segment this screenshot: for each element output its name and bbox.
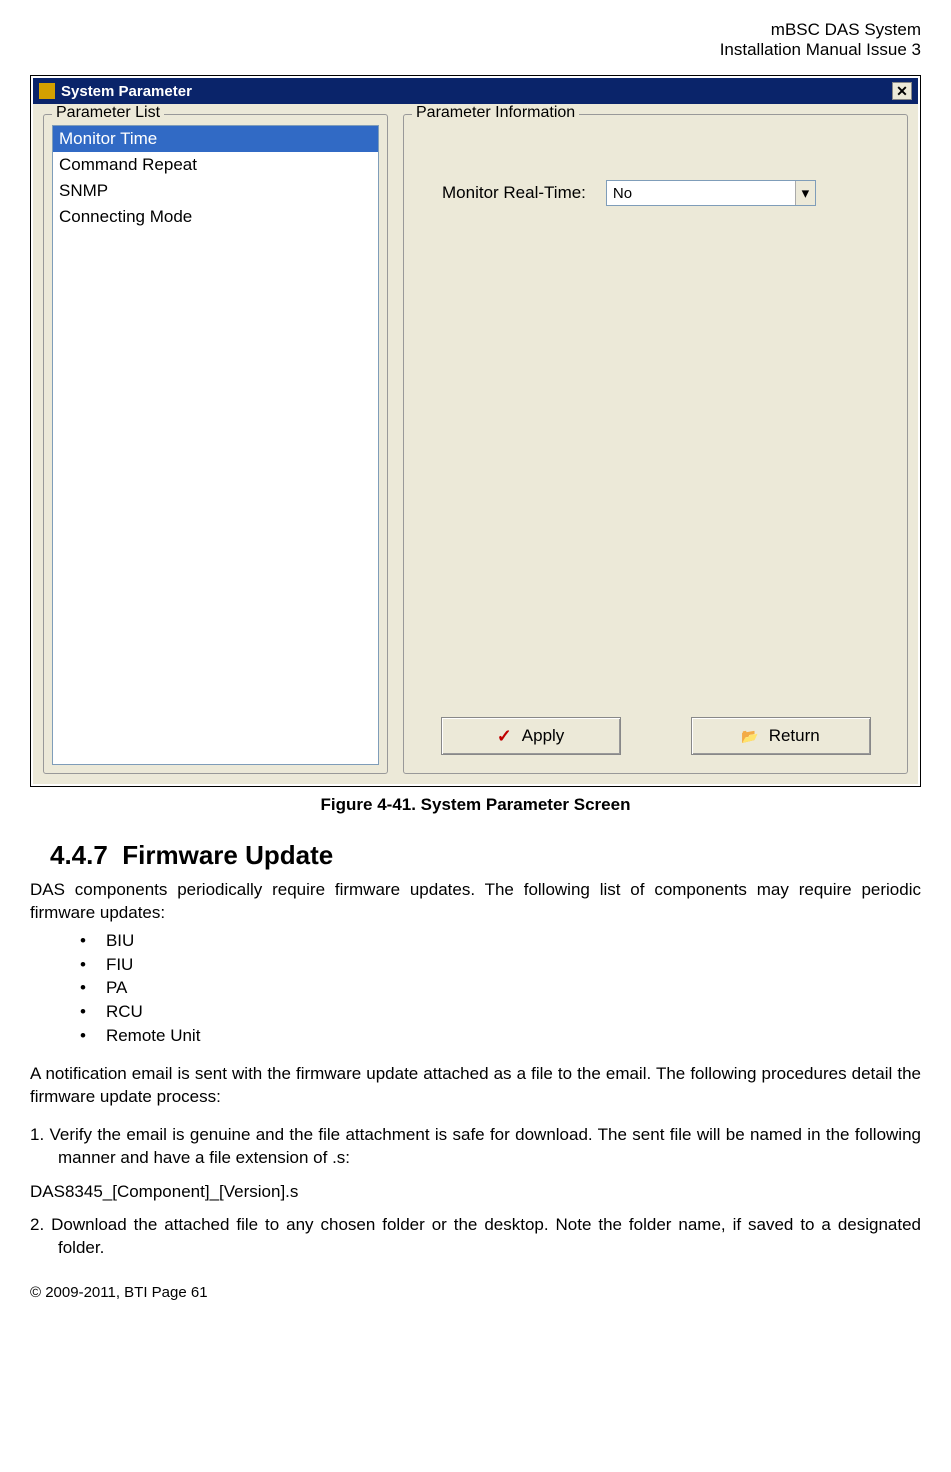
window-title: System Parameter [61,83,192,100]
list-item[interactable]: Monitor Time [53,126,378,152]
parameter-info-group: Parameter Information Monitor Real-Time:… [403,114,908,774]
step-2: 2. Download the attached file to any cho… [30,1214,921,1260]
close-button[interactable]: ✕ [892,82,912,100]
parameter-list-group: Parameter List Monitor Time Command Repe… [43,114,388,774]
return-icon: 📂 [741,728,758,745]
dialog-body: Parameter List Monitor Time Command Repe… [33,104,918,784]
button-row: ✓ Apply 📂 Return [412,697,899,765]
monitor-realtime-dropdown[interactable]: No ▾ [606,180,816,206]
step-1: 1. Verify the email is genuine and the f… [30,1124,921,1170]
check-icon: ✓ [497,726,512,747]
header-line-1: mBSC DAS System [30,20,921,40]
section-heading: 4.4.7 Firmware Update [50,840,921,871]
notification-paragraph: A notification email is sent with the fi… [30,1063,921,1109]
parameter-list-legend: Parameter List [52,104,164,122]
list-item[interactable]: Connecting Mode [53,204,378,230]
close-icon: ✕ [896,83,908,100]
list-item: Remote Unit [80,1024,921,1048]
chevron-down-icon: ▾ [795,181,815,205]
list-item: RCU [80,1000,921,1024]
list-item: PA [80,976,921,1000]
window-titlebar: System Parameter ✕ [33,78,918,104]
intro-paragraph: DAS components periodically require firm… [30,879,921,925]
parameter-info-legend: Parameter Information [412,104,579,122]
parameter-listbox[interactable]: Monitor Time Command Repeat SNMP Connect… [52,125,379,765]
list-item: BIU [80,929,921,953]
filename-pattern: DAS8345_[Component]_[Version].s [30,1182,921,1202]
screenshot-container: System Parameter ✕ Parameter List Monito… [30,75,921,787]
apply-button[interactable]: ✓ Apply [441,717,621,755]
section-title: Firmware Update [122,840,333,870]
parameter-info-content: Monitor Real-Time: No ▾ [412,125,899,697]
monitor-realtime-label: Monitor Real-Time: [442,183,586,203]
list-item[interactable]: SNMP [53,178,378,204]
header-line-2: Installation Manual Issue 3 [30,40,921,60]
page-footer: © 2009-2011, BTI Page 61 [30,1284,921,1301]
section-number: 4.4.7 [50,840,108,870]
apply-label: Apply [522,726,565,746]
return-button[interactable]: 📂 Return [691,717,871,755]
page-header: mBSC DAS System Installation Manual Issu… [30,20,921,60]
window-icon [39,83,55,99]
list-item[interactable]: Command Repeat [53,152,378,178]
component-list: BIU FIU PA RCU Remote Unit [80,929,921,1048]
return-label: Return [769,726,820,746]
list-item: FIU [80,953,921,977]
dropdown-value: No [613,185,632,202]
monitor-realtime-row: Monitor Real-Time: No ▾ [412,180,899,206]
figure-caption: Figure 4-41. System Parameter Screen [30,795,921,815]
